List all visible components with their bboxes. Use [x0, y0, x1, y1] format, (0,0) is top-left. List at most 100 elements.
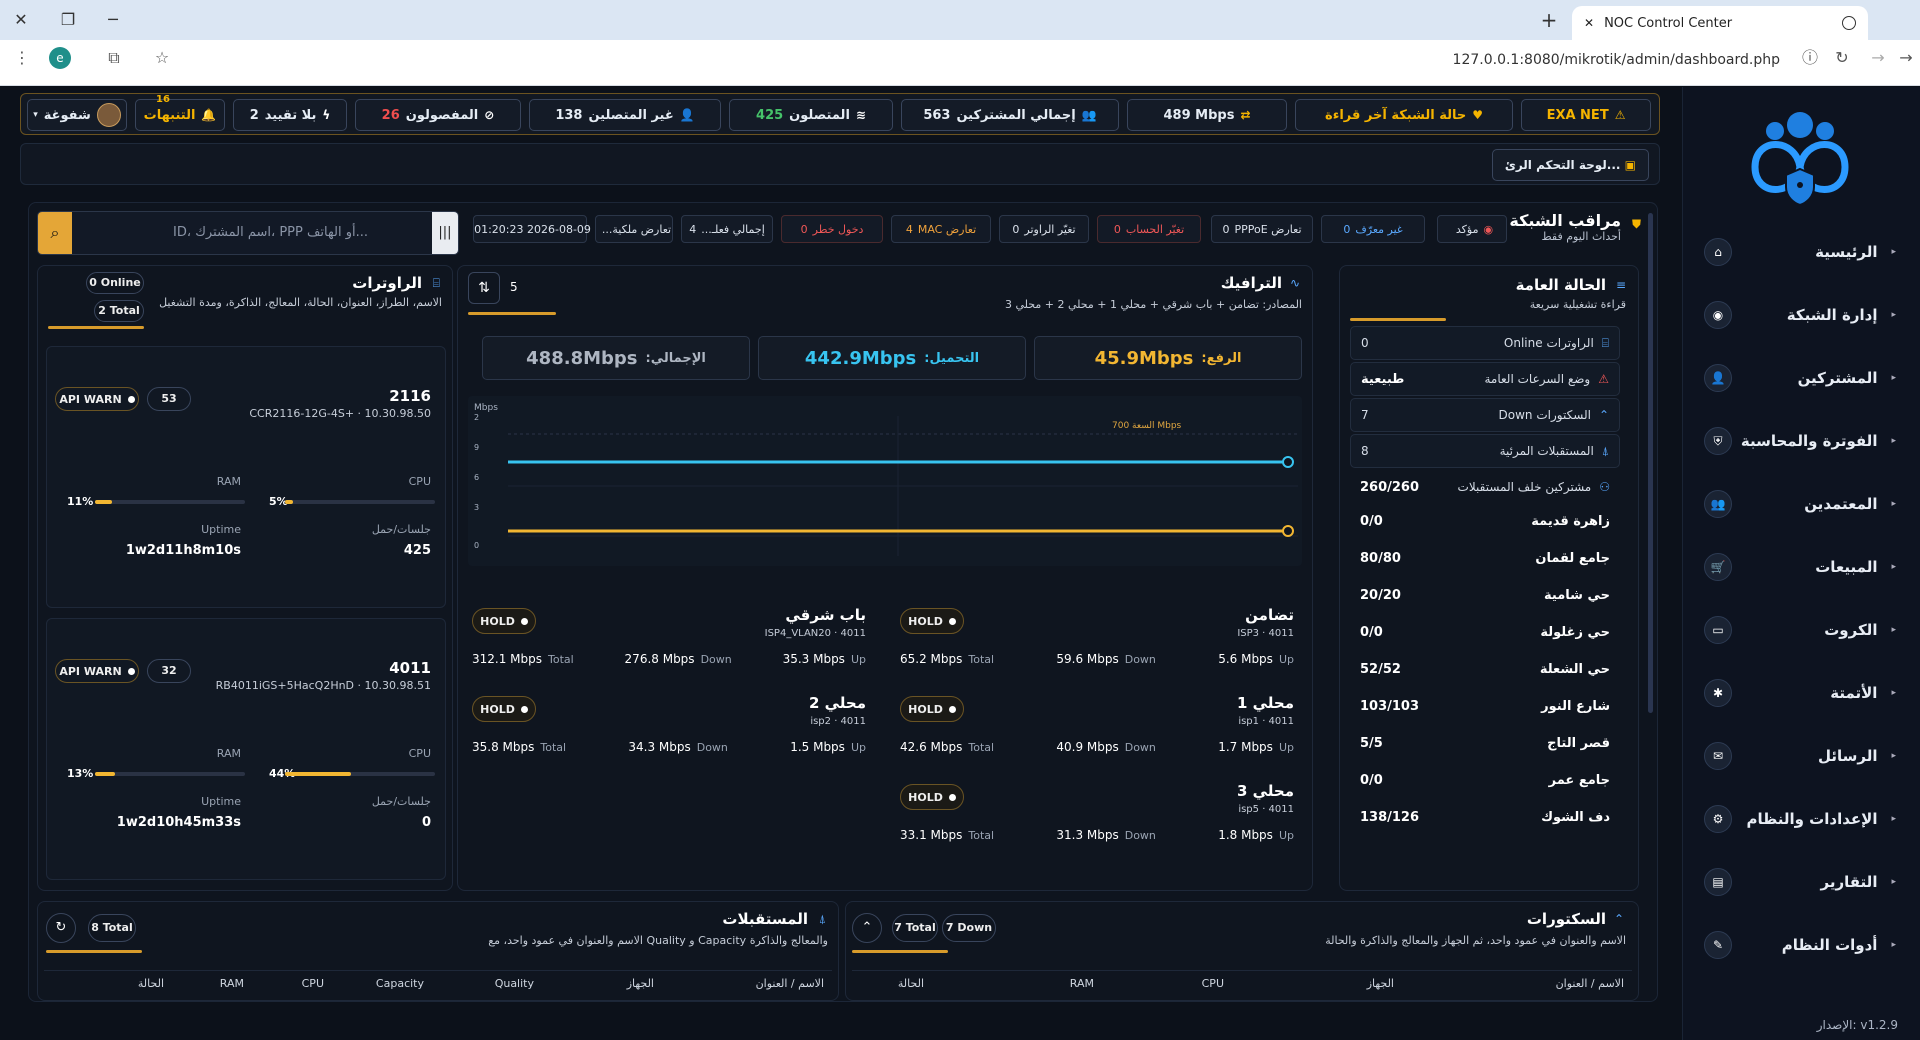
receivers-table-header: الاسم / العنوان الجهاز Quality Capacity CPU R… — [44, 970, 832, 996]
status-dot-icon — [948, 705, 956, 713]
monitor-chip[interactable]: دخول خطر 0 — [781, 215, 883, 243]
brand-label: EXA NET — [1546, 107, 1609, 123]
zone-row[interactable]: 20/20 حي شامية — [1350, 580, 1620, 610]
offline-chip[interactable]: 👤 غير المتصلين 138 — [529, 99, 721, 131]
router-ram-label: RAM — [216, 747, 241, 760]
monitor-chip[interactable]: تغيّر الحساب 0 — [1097, 215, 1201, 243]
site-info-icon[interactable]: ⓘ — [1796, 44, 1824, 72]
column-header[interactable]: RAM — [932, 977, 1102, 990]
column-header[interactable]: الاسم / العنوان — [1402, 977, 1632, 990]
zone-row[interactable]: 0/0 زاهرة قديمة — [1350, 506, 1620, 536]
disconnected-chip[interactable]: ⊘ المفصولون 26 — [355, 99, 521, 131]
interface-card[interactable]: تضامن ISP3 · 4011 HOLD 65.2 Mbps Total 59.6 M… — [892, 602, 1302, 678]
hold-badge[interactable]: HOLD — [472, 608, 536, 634]
zone-row[interactable]: 80/80 جامع لقمان — [1350, 543, 1620, 573]
collapse-button[interactable]: ⌃ — [852, 913, 882, 943]
interface-card[interactable]: باب شرقي ISP4_VLAN20 · 4011 HOLD 312.1 Mbps… — [464, 602, 874, 678]
brand-chip[interactable]: ⚠ EXA NET — [1521, 99, 1651, 131]
reload-icon[interactable]: ↻ — [1828, 44, 1856, 72]
forward-icon[interactable]: → — [1864, 44, 1892, 72]
column-header[interactable]: الجهاز — [542, 977, 662, 990]
monitor-chip[interactable]: إجمالي فعلـ... 4 — [681, 215, 773, 243]
extension-icon[interactable]: e — [49, 47, 71, 69]
close-window-icon[interactable]: ✕ — [8, 8, 34, 32]
router-card[interactable]: 4011 RB4011iGS+5HacQ2HnD · 10.30.98.51 API… — [46, 618, 446, 880]
status-row-key: ⚇ مشتركين خلف المستقبلات — [1458, 480, 1610, 494]
api-warn-badge[interactable]: API WARN — [55, 387, 139, 411]
interface-card[interactable]: محلي 3 isp5 · 4011 HOLD 33.1 Mbps Total 31.3 … — [892, 778, 1302, 854]
column-header[interactable]: CPU — [1102, 977, 1232, 990]
refresh-button[interactable]: ↻ — [46, 913, 76, 943]
sidebar-icon: ⌂ — [1704, 238, 1732, 266]
column-header[interactable]: الحالة — [52, 977, 172, 990]
status-row[interactable]: 7 ⌃ السكتورات Down — [1350, 398, 1620, 432]
interface-name: محلي 1 — [1236, 694, 1294, 712]
column-header[interactable]: RAM — [172, 977, 252, 990]
router-cpu-label: CPU — [408, 747, 431, 760]
hold-badge[interactable]: HOLD — [900, 608, 964, 634]
sort-button[interactable]: ⇅ — [468, 272, 500, 304]
column-header[interactable]: CPU — [252, 977, 332, 990]
status-row[interactable]: 260/260 ⚇ مشتركين خلف المستقبلات — [1350, 470, 1620, 504]
caret-icon: ▸ — [1891, 499, 1896, 509]
unlimited-chip[interactable]: ϟ بلا تقييد 2 — [233, 99, 347, 131]
address-bar[interactable]: 127.0.0.1:8080/mikrotik/admin/dashboard.… — [1453, 52, 1780, 68]
column-header[interactable]: Capacity — [332, 977, 432, 990]
monitor-chip-label: تعارض PPPoE — [1234, 222, 1302, 236]
zone-row[interactable]: 5/5 قصر التاج — [1350, 728, 1620, 758]
monitor-chip[interactable]: غير معرّف 0 — [1321, 215, 1425, 243]
menu-icon[interactable]: ⋮ — [8, 44, 36, 72]
zone-row[interactable]: 138/126 دف الشوك — [1350, 802, 1620, 832]
status-row[interactable]: طبيعية ⚠ وضع السرعات العامة — [1350, 362, 1620, 396]
hold-badge[interactable]: HOLD — [900, 784, 964, 810]
new-tab-button[interactable]: + — [1536, 8, 1562, 32]
wifi-icon: ≋ — [855, 108, 866, 122]
column-header[interactable]: الحالة — [852, 977, 932, 990]
monitor-chip[interactable]: ◉ مؤكد — [1437, 215, 1507, 243]
minimize-window-icon[interactable]: ─ — [100, 8, 126, 32]
extensions-icon[interactable]: ⧉ — [100, 44, 128, 72]
close-tab-icon[interactable]: ✕ — [1584, 16, 1594, 30]
monitor-chip[interactable]: تعارض ملكية... — [595, 215, 673, 243]
api-warn-badge[interactable]: API WARN — [55, 659, 139, 683]
zone-row[interactable]: 0/0 جامع عمر — [1350, 765, 1620, 795]
arrows-icon: ⇄ — [1240, 108, 1251, 122]
zone-row[interactable]: 52/52 حي الشعلة — [1350, 654, 1620, 684]
breadcrumb[interactable]: لوحة التحكم الرئ... ▣ — [1491, 149, 1649, 181]
zone-label: حي شامية — [1544, 587, 1610, 603]
hold-badge[interactable]: HOLD — [900, 696, 964, 722]
column-header[interactable]: الجهاز — [1232, 977, 1402, 990]
zone-row[interactable]: 103/103 شارع النور — [1350, 691, 1620, 721]
scrollbar[interactable] — [1648, 213, 1653, 713]
monitor-chip[interactable]: تعارض MAC 4 — [891, 215, 991, 243]
back-icon[interactable]: → — [1892, 44, 1920, 72]
column-header[interactable]: الاسم / العنوان — [662, 977, 832, 990]
search-input[interactable]: ID، اسم المشترك، PPP أو الهاتف... — [173, 225, 368, 240]
offline-value: 138 — [555, 107, 583, 123]
network-state-chip[interactable]: ♥ حالة الشبكة آخر قراءة — [1295, 99, 1513, 131]
router-card[interactable]: 2116 CCR2116-12G-4S+ · 10.30.98.50 API WAR… — [46, 346, 446, 608]
search-box[interactable]: ⌕ ID، اسم المشترك، PPP أو الهاتف... ||| — [37, 211, 459, 255]
restore-window-icon[interactable]: ❐ — [55, 8, 81, 32]
interface-card[interactable]: محلي 1 isp1 · 4011 HOLD 42.6 Mbps Total 40.9 … — [892, 690, 1302, 766]
browser-tab[interactable]: ✕ NOC Control Center — [1572, 6, 1868, 40]
zone-row[interactable]: 0/0 حي زغلولة — [1350, 617, 1620, 647]
monitor-chip[interactable]: 2026-08-09 01:20:23 — [473, 215, 591, 243]
monitor-chip[interactable]: تعارض PPPoE 0 — [1211, 215, 1313, 243]
monitor-chip[interactable]: تغيّر الراوتر 0 — [999, 215, 1089, 243]
interface-card[interactable]: محلي 2 isp2 · 4011 HOLD 35.8 Mbps Total 34.3 … — [464, 690, 874, 766]
bookmark-star-icon[interactable]: ☆ — [148, 44, 176, 72]
total-subscribers-chip[interactable]: 👥 إجمالي المشتركين 563 — [901, 99, 1119, 131]
barcode-icon[interactable]: ||| — [432, 212, 458, 254]
monitor-chip-label: تغيّر الحساب — [1125, 222, 1185, 236]
status-row[interactable]: 0 ⌸ الراوترات Online — [1350, 326, 1620, 360]
alerts-chip[interactable]: 🔔 التنبهات 16 — [135, 94, 225, 131]
throughput-chip[interactable]: ⇄ 489 Mbps — [1127, 99, 1287, 131]
online-chip[interactable]: ≋ المتصلون 425 — [729, 99, 893, 131]
status-row[interactable]: 8 ⍋ المستقبلات المرئية — [1350, 434, 1620, 468]
search-icon[interactable]: ⌕ — [38, 212, 72, 254]
user-menu[interactable]: شفوغة ▾ — [27, 99, 127, 131]
column-header[interactable]: Quality — [432, 977, 542, 990]
hold-badge[interactable]: HOLD — [472, 696, 536, 722]
router-sessions-label: جلسات/حمل — [371, 523, 431, 536]
